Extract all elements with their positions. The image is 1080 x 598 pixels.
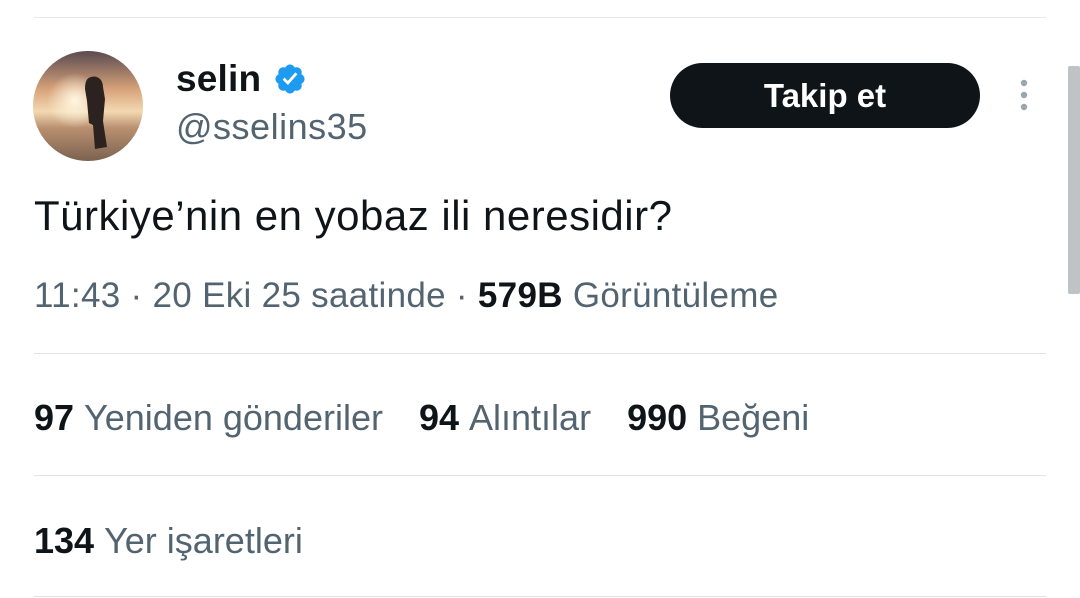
likes-count: 990: [627, 397, 688, 438]
more-options-icon[interactable]: [1012, 78, 1036, 114]
engagement-stats: 97 Yeniden gönderiler 94 Alıntılar 990 Beğe…: [34, 397, 845, 439]
avatar[interactable]: [33, 51, 143, 161]
divider: [34, 596, 1046, 597]
follow-button[interactable]: Takip et: [670, 63, 980, 128]
views-count: 579B: [477, 276, 563, 315]
views-label: Görüntüleme: [572, 276, 779, 315]
top-divider: [34, 17, 1046, 18]
tweet-date[interactable]: 20 Eki 25 saatinde: [153, 276, 446, 315]
likes-label: Beğeni: [697, 397, 810, 438]
quotes-stat[interactable]: 94 Alıntılar: [419, 397, 591, 439]
divider: [34, 353, 1046, 354]
likes-stat[interactable]: 990 Beğeni: [627, 397, 809, 439]
tweet-text: Türkiye’nin en yobaz ili neresidir?: [34, 192, 673, 239]
scrollbar[interactable]: [1068, 66, 1080, 294]
tweet-meta: 11:43 · 20 Eki 25 saatinde · 579B Görünt…: [34, 276, 779, 315]
bookmarks-stat[interactable]: 134 Yer işaretleri: [34, 520, 339, 562]
user-handle[interactable]: @sselins35: [176, 106, 368, 148]
quotes-label: Alıntılar: [469, 397, 592, 438]
bookmarks-label: Yer işaretleri: [104, 520, 303, 561]
reposts-stat[interactable]: 97 Yeniden gönderiler: [34, 397, 383, 439]
bookmarks-count: 134: [34, 520, 95, 561]
verified-badge-icon: [275, 64, 305, 94]
reposts-label: Yeniden gönderiler: [84, 397, 383, 438]
divider: [34, 475, 1046, 476]
quotes-count: 94: [418, 397, 460, 438]
user-name[interactable]: selin: [176, 58, 261, 100]
reposts-count: 97: [34, 397, 75, 438]
tweet-time[interactable]: 11:43: [34, 276, 121, 315]
